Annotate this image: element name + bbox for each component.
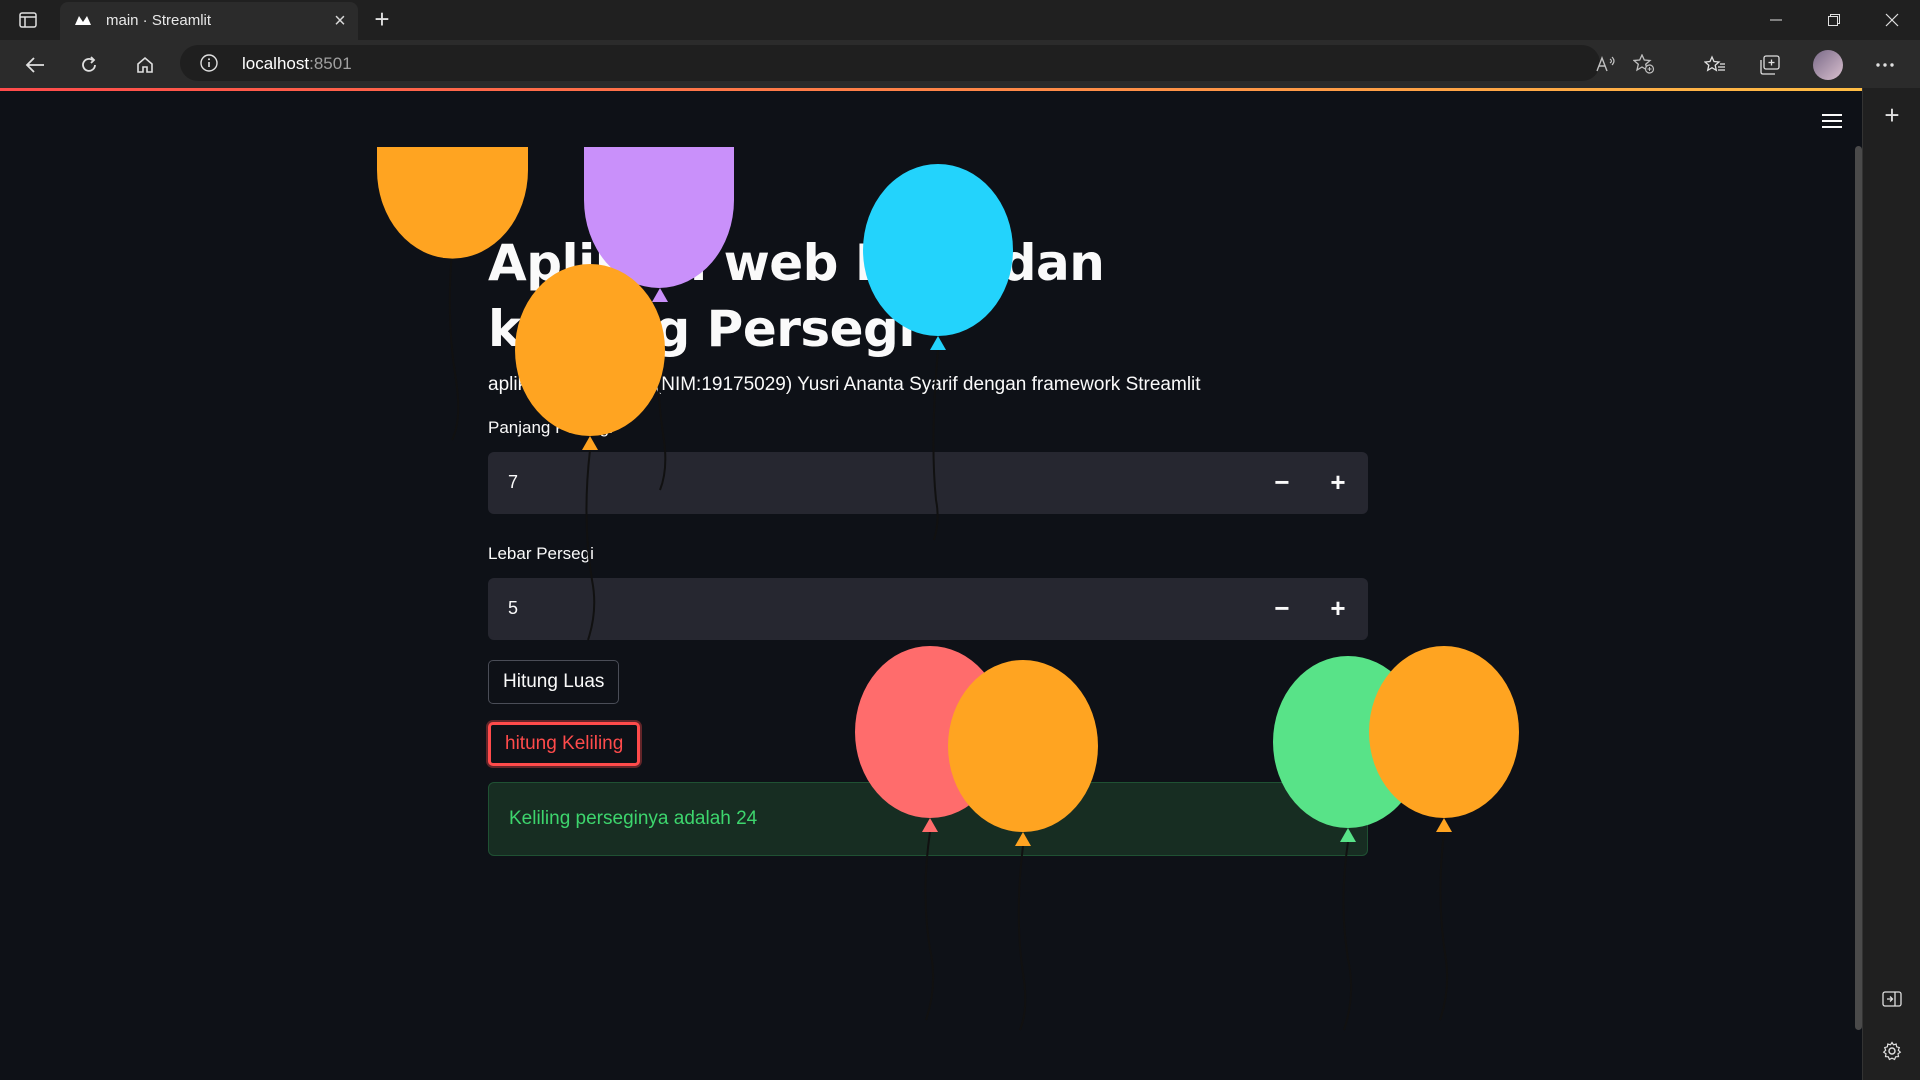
browser-tab-bar: main · Streamlit × + [0,0,1920,40]
minimize-icon[interactable] [1748,0,1804,40]
keliling-button-container: hitung Keliling [488,704,1368,766]
url-host: localhost [242,54,310,73]
lebar-field[interactable] [488,578,1248,638]
balloon-orange-right-icon [1369,646,1519,1021]
info-icon[interactable] [200,54,218,72]
panjang-decrement-button[interactable]: − [1260,460,1304,504]
hitung-keliling-button[interactable]: hitung Keliling [488,722,641,766]
streamlit-favicon-icon [74,13,92,29]
page-title: Aplikasi web Luas dan keliling Persegi [488,234,1105,358]
restore-icon[interactable] [1806,0,1862,40]
lebar-number-input: − + [488,578,1368,640]
main-content: Aplikasi web Luas dan keliling Persegi a… [488,230,1368,856]
home-icon[interactable] [130,50,160,80]
close-window-icon[interactable] [1864,0,1920,40]
tab-actions-icon[interactable] [16,8,40,32]
browser-toolbar: localhost:8501 [0,40,1920,88]
add-sidebar-app-icon[interactable]: + [1879,102,1905,128]
success-alert: Keliling perseginya adalah 24 [488,782,1368,856]
page-scrollbar[interactable] [1855,146,1862,1030]
lebar-decrement-button[interactable]: − [1260,586,1304,630]
hitung-luas-button[interactable]: Hitung Luas [488,660,620,704]
settings-gear-icon[interactable] [1879,1038,1905,1064]
refresh-icon[interactable] [74,50,104,80]
profile-avatar[interactable] [1813,50,1843,80]
panjang-number-input: − + [488,452,1368,514]
url-port: :8501 [309,54,352,73]
page-subtitle: aplikasi dibuat oleh (NIM:19175029) Yusr… [488,374,1201,395]
close-tab-icon[interactable]: × [330,11,350,31]
add-favorite-icon[interactable] [1632,53,1656,75]
more-menu-icon[interactable] [1870,50,1900,80]
address-bar[interactable]: localhost:8501 [180,45,1655,81]
collections-icon[interactable] [1755,50,1785,80]
luas-button-container: Hitung Luas [488,640,1368,704]
lebar-increment-button[interactable]: + [1316,586,1360,630]
read-aloud-icon[interactable] [1594,53,1618,75]
panjang-label: Panjang Persegi [488,418,613,437]
tab-title: main · Streamlit [106,12,212,29]
url-text: localhost:8501 [242,54,352,74]
back-icon[interactable] [20,50,50,80]
panjang-increment-button[interactable]: + [1316,460,1360,504]
new-tab-icon[interactable]: + [368,6,396,34]
favorites-icon[interactable] [1700,50,1730,80]
panjang-field[interactable] [488,452,1248,512]
edge-sidebar: + [1862,88,1920,1080]
sidebar-toggle-icon[interactable] [1879,986,1905,1012]
browser-tab[interactable]: main · Streamlit × [60,2,358,40]
main-menu-icon[interactable] [1822,110,1844,132]
lebar-label: Lebar Persegi [488,544,594,563]
streamlit-decoration-bar [0,88,1862,91]
